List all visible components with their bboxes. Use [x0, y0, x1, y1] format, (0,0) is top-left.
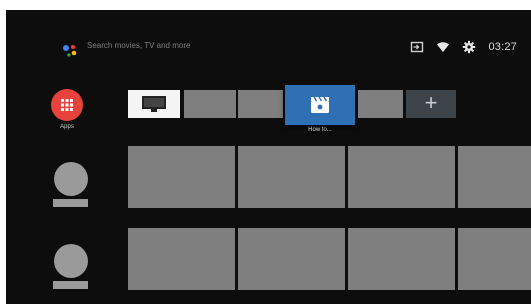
- tv-home-screen: Search movies, TV and more 03:27 Apps Ho…: [6, 10, 531, 304]
- search-bar[interactable]: Search movies, TV and more: [87, 40, 190, 52]
- content-tile[interactable]: [348, 228, 455, 290]
- wifi-icon[interactable]: [436, 40, 450, 54]
- content-tile[interactable]: [238, 146, 345, 208]
- apps-label: Apps: [60, 124, 74, 130]
- favorite-app-tile[interactable]: [238, 90, 283, 118]
- content-tile[interactable]: [128, 228, 235, 290]
- channel-icon: [54, 162, 88, 196]
- clock: 03:27: [488, 41, 517, 53]
- favorite-app-tile[interactable]: [358, 90, 403, 118]
- settings-gear-icon[interactable]: [462, 40, 476, 54]
- video-app-icon: [311, 96, 329, 113]
- content-tile[interactable]: [128, 146, 235, 208]
- status-bar: 03:27: [410, 39, 517, 55]
- add-favorite-button[interactable]: +: [406, 90, 456, 118]
- input-icon[interactable]: [410, 40, 424, 54]
- channel-label-placeholder: [53, 199, 88, 207]
- favorite-app-tile[interactable]: [184, 90, 236, 118]
- tv-icon: [142, 96, 166, 112]
- content-tile[interactable]: [238, 228, 345, 290]
- apps-grid-icon: [61, 99, 73, 111]
- channel-label-placeholder: [53, 281, 88, 289]
- google-assistant-icon[interactable]: [61, 42, 79, 60]
- channel-icon: [54, 244, 88, 278]
- apps-button[interactable]: [51, 89, 83, 121]
- focused-tile-label: How to...: [308, 127, 332, 133]
- content-tile[interactable]: [348, 146, 455, 208]
- content-tile[interactable]: [458, 228, 531, 290]
- plus-icon: +: [424, 90, 438, 115]
- favorite-app-tile-focused[interactable]: [285, 85, 355, 125]
- content-tile[interactable]: [458, 146, 531, 208]
- favorite-tv-tile[interactable]: [128, 90, 180, 118]
